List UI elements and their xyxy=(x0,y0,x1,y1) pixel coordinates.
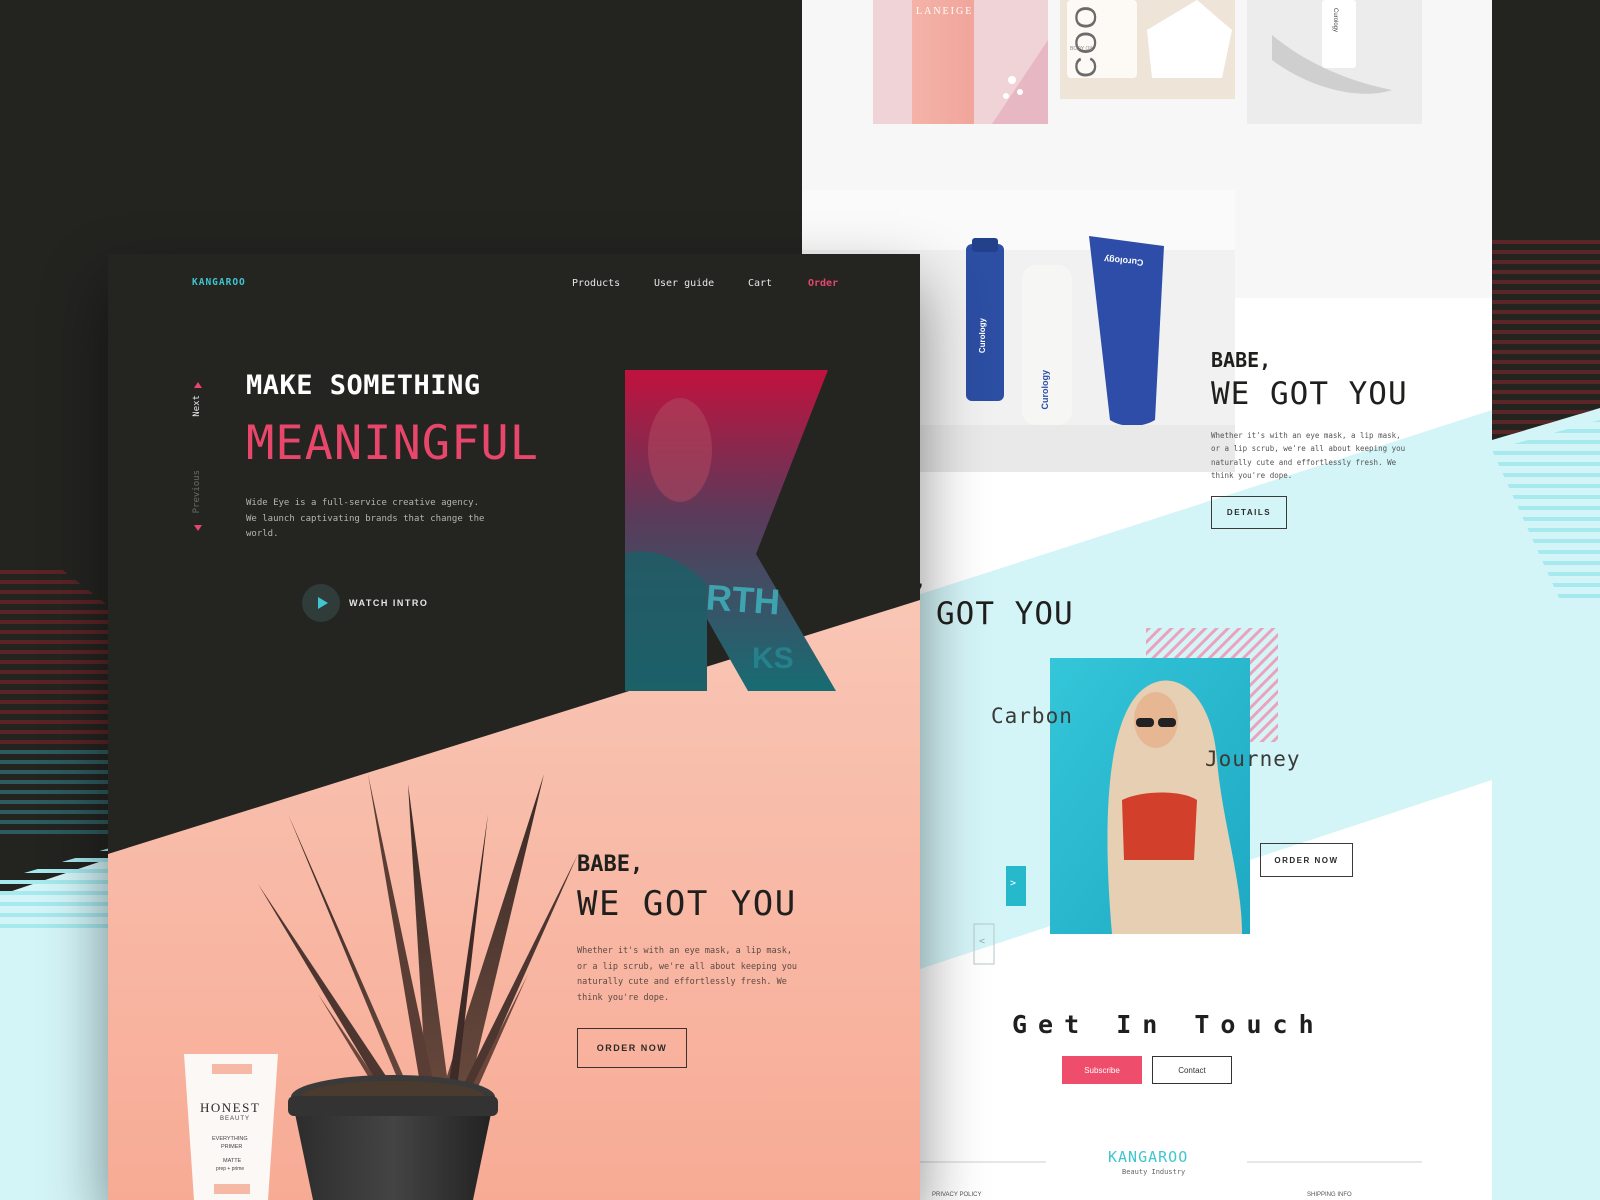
right-promo-desc-1: Whether it's with an eye mask, a lip mas… xyxy=(1211,431,1401,440)
bottle-label-laneige: LANEIGE xyxy=(916,6,974,17)
right-promo-heading-small: BABE, xyxy=(1211,348,1272,372)
tube-line2: PRIMER xyxy=(221,1144,243,1150)
tube-brand: HONEST xyxy=(200,1100,261,1115)
subscribe-button[interactable]: Subscribe xyxy=(1062,1056,1142,1084)
nav-user-guide[interactable]: User guide xyxy=(654,278,714,289)
left-page-background xyxy=(108,254,920,1200)
order-now-button-right[interactable]: ORDER NOW xyxy=(1260,843,1353,877)
pager-up-arrow-icon[interactable] xyxy=(194,382,202,388)
right-promo-desc-2: or a lip scrub, we're all about keeping … xyxy=(1211,444,1406,453)
footer-tagline: Beauty Industry xyxy=(1122,1168,1186,1176)
right-promo-desc-4: think you're dope. xyxy=(1211,471,1293,480)
right-promo-heading-large: WE GOT YOU xyxy=(1211,376,1408,412)
left-promo-desc-1: Whether it's with an eye mask, a lip mas… xyxy=(577,946,792,956)
curology-label-2: Curology xyxy=(1040,370,1050,410)
watch-intro-play-button[interactable] xyxy=(302,584,340,622)
tube-line4: prep + prime xyxy=(216,1166,245,1172)
pager-down-arrow-icon[interactable] xyxy=(194,525,202,531)
contact-button[interactable]: Contact xyxy=(1152,1056,1232,1084)
details-button[interactable]: DETAILS xyxy=(1211,496,1287,529)
footer-shipping-link[interactable]: SHIPPING INFO xyxy=(1307,1192,1352,1198)
tube-line1: EVERYTHING xyxy=(212,1136,248,1142)
journey-word: Journey xyxy=(1205,747,1301,771)
left-promo-desc-4: think you're dope. xyxy=(577,993,670,1003)
nav-products[interactable]: Products xyxy=(572,278,620,289)
order-now-button-left[interactable]: ORDER NOW xyxy=(577,1028,687,1068)
curology-label-1: Curology xyxy=(978,318,987,354)
hero-title-line1: MAKE SOMETHING xyxy=(246,370,481,401)
bottle-label-coco: COO xyxy=(1070,3,1103,78)
play-icon xyxy=(317,597,328,609)
left-promo-desc-2: or a lip scrub, we're all about keeping … xyxy=(577,962,798,972)
left-page-preview: KANGAROO Products User guide Cart Order … xyxy=(108,254,920,1200)
left-promo-desc-3: naturally cute and effortlessly fresh. W… xyxy=(577,977,787,987)
right-promo-desc-3: naturally cute and effortlessly fresh. W… xyxy=(1211,458,1397,467)
pager-previous[interactable]: Previous xyxy=(192,470,202,513)
partial-heading-large: GOT YOU xyxy=(936,596,1074,632)
hero-desc-line2: We launch captivating brands that change… xyxy=(246,514,485,524)
tube-line3: MATTE xyxy=(223,1158,242,1164)
tube-sub: BEAUTY xyxy=(220,1116,251,1122)
carousel-prev-arrow[interactable]: < xyxy=(979,936,985,947)
pager-next[interactable]: Next xyxy=(192,395,202,417)
letter-k-overlay-text: RTH xyxy=(704,576,782,623)
brand-logo[interactable]: KANGAROO xyxy=(192,277,246,288)
hero-desc-line3: world. xyxy=(246,529,279,539)
nav-order[interactable]: Order xyxy=(808,278,838,289)
left-promo-heading-large: WE GOT YOU xyxy=(577,884,797,924)
bottle-label-curology-small: Curology xyxy=(1332,8,1338,33)
bottle-label-bodyoil: BODY OIL xyxy=(1070,46,1094,52)
watch-intro-label[interactable]: WATCH INTRO xyxy=(349,598,428,608)
letter-k-overlay-text-2: KS xyxy=(752,642,794,675)
carbon-word: Carbon xyxy=(991,704,1073,728)
footer-brand[interactable]: KANGAROO xyxy=(1108,1148,1188,1166)
get-in-touch-title: Get In Touch xyxy=(1012,1010,1325,1039)
left-promo-heading-small: BABE, xyxy=(577,852,644,877)
carousel-next-arrow[interactable]: > xyxy=(1010,878,1016,889)
hero-desc-line1: Wide Eye is a full-service creative agen… xyxy=(246,498,479,508)
footer-privacy-link[interactable]: PRIVACY POLICY xyxy=(932,1192,981,1198)
hero-title-line2: MEANINGFUL xyxy=(246,416,539,471)
nav-cart[interactable]: Cart xyxy=(748,278,772,289)
